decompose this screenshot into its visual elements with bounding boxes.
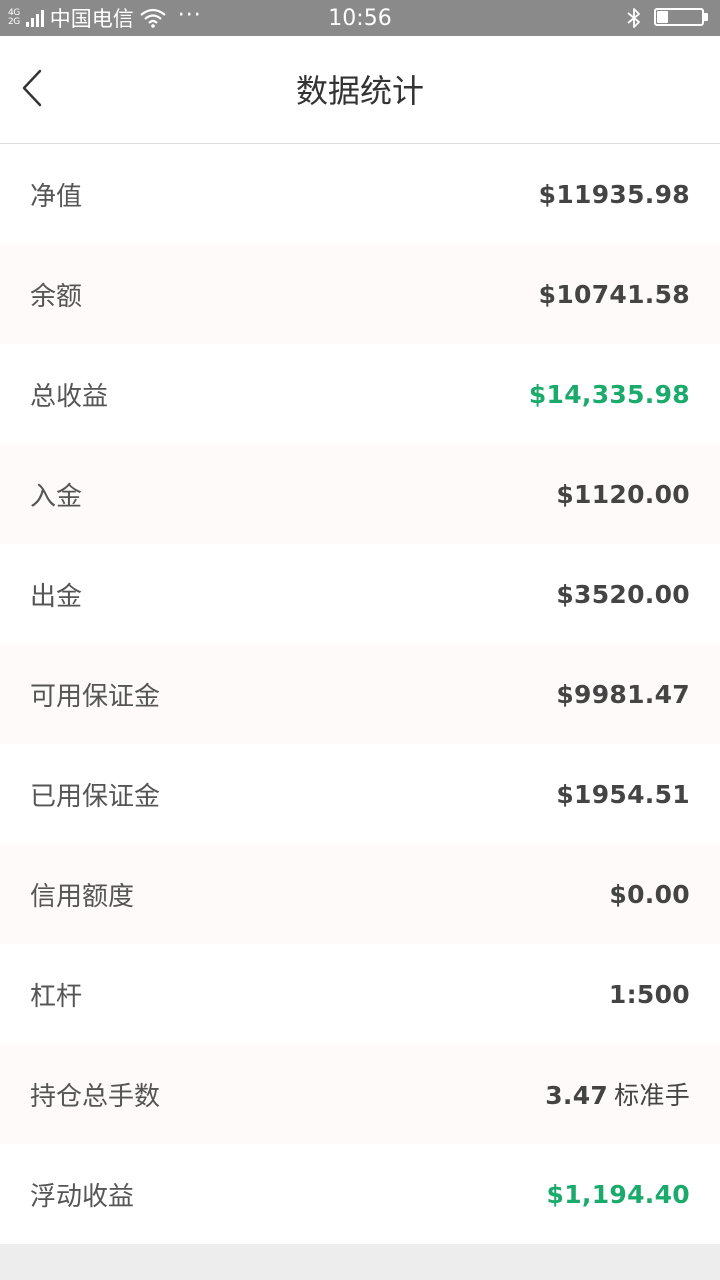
stat-value: $3520.00 <box>556 580 690 609</box>
stat-row: 余额 $10741.58 <box>0 244 720 344</box>
stat-value-number: $1954.51 <box>556 779 690 809</box>
stat-label: 持仓总手数 <box>30 1081 161 1112</box>
stat-value: $1,194.40 <box>547 1180 690 1209</box>
stat-label: 可用保证金 <box>30 681 161 712</box>
stat-value: $0.00 <box>609 880 690 909</box>
stat-row: 浮动收益 $1,194.40 <box>0 1144 720 1244</box>
bluetooth-icon <box>626 7 642 29</box>
stat-row: 出金 $3520.00 <box>0 544 720 644</box>
stat-label: 入金 <box>30 481 83 512</box>
stat-value-number: $1120.00 <box>556 479 690 509</box>
stat-value: $10741.58 <box>539 280 690 309</box>
stat-value: 1:500 <box>609 980 690 1009</box>
status-right <box>626 0 710 36</box>
stat-row: 总收益 $14,335.98 <box>0 344 720 444</box>
stat-label: 出金 <box>30 581 83 612</box>
stat-row: 信用额度 $0.00 <box>0 844 720 944</box>
stat-label: 信用额度 <box>30 881 135 912</box>
status-bar: 4G 2G 中国电信 ··· 10:56 <box>0 0 720 36</box>
stat-row: 入金 $1120.00 <box>0 444 720 544</box>
stat-row: 持仓总手数 3.47 标准手 <box>0 1044 720 1144</box>
stat-value-number: $11935.98 <box>538 179 690 209</box>
stat-value-number: $14,335.98 <box>528 379 690 409</box>
stat-value: $1120.00 <box>556 480 690 509</box>
stat-row: 净值 $11935.98 <box>0 144 720 244</box>
stat-row: 可用保证金 $9981.47 <box>0 644 720 744</box>
stat-value-number: 1:500 <box>608 979 690 1009</box>
battery-icon <box>654 8 710 28</box>
stat-value-number: $0.00 <box>609 879 690 909</box>
stat-value-number: 3.47 <box>545 1081 609 1110</box>
nav-bar: 数据统计 <box>0 36 720 144</box>
stats-list: 净值 $11935.98 余额 $10741.58 总收益 $14,335.98 入金 $11… <box>0 144 720 1244</box>
stat-row: 已用保证金 $1954.51 <box>0 744 720 844</box>
stat-value-number: $9981.47 <box>556 679 690 709</box>
stat-label: 已用保证金 <box>30 781 161 812</box>
battery-fill <box>657 11 668 23</box>
stat-value-number: $3520.00 <box>556 579 690 609</box>
stat-label: 余额 <box>30 281 83 312</box>
stat-label: 净值 <box>30 181 83 212</box>
stat-value-unit: 标准手 <box>614 1081 690 1110</box>
stat-value: $1954.51 <box>556 780 690 809</box>
stat-row: 杠杆 1:500 <box>0 944 720 1044</box>
stat-label: 浮动收益 <box>30 1181 135 1212</box>
stat-label: 总收益 <box>30 381 109 412</box>
stat-label: 杠杆 <box>30 981 83 1012</box>
stat-value: $11935.98 <box>539 180 690 209</box>
stat-value: $9981.47 <box>556 680 690 709</box>
battery-tip <box>704 13 708 21</box>
status-time: 10:56 <box>328 6 392 31</box>
stat-value-number: $10741.58 <box>538 279 690 309</box>
stat-value: 3.47 标准手 <box>545 1076 690 1112</box>
stat-value-number: $1,194.40 <box>546 1179 690 1209</box>
stat-value: $14,335.98 <box>529 380 690 409</box>
page-title: 数据统计 <box>295 72 424 110</box>
